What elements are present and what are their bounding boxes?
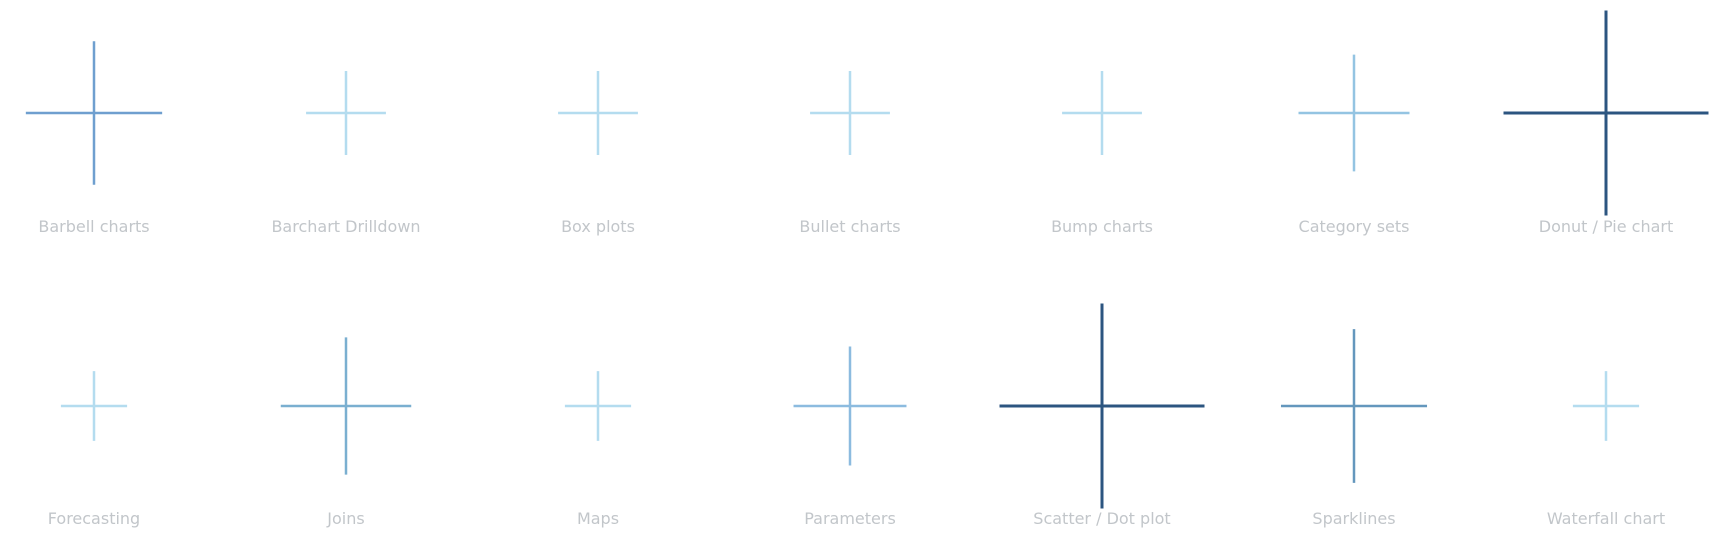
cross-mark-barbell-charts [25,41,163,185]
cross-mark-waterfall-chart [1572,371,1640,441]
label-bump-charts: Bump charts [1051,217,1153,236]
cross-mark-category-sets [1298,54,1410,172]
label-sparklines: Sparklines [1312,509,1395,528]
label-maps: Maps [577,509,619,528]
label-bullet-charts: Bullet charts [799,217,900,236]
cross-mark-bump-charts [1062,70,1142,156]
label-waterfall-chart: Waterfall chart [1547,509,1665,528]
cross-mark-forecasting [60,371,128,441]
cross-mark-joins [280,337,412,475]
label-box-plots: Box plots [561,217,635,236]
cross-mark-bullet-charts [810,70,890,156]
cross-mark-scatter-dot-plot [999,303,1205,509]
label-barbell-charts: Barbell charts [38,217,149,236]
cross-mark-sparklines [1280,329,1428,483]
label-joins: Joins [326,509,364,528]
cross-mark-barchart-drilldown [306,70,386,156]
label-scatter-dot-plot: Scatter / Dot plot [1033,509,1170,528]
chart-grid: Barbell charts Barchart Drilldown Box plot… [25,10,1709,528]
label-forecasting: Forecasting [48,509,140,528]
label-barchart-drilldown: Barchart Drilldown [271,217,420,236]
label-category-sets: Category sets [1299,217,1410,236]
cross-mark-parameters [793,346,907,466]
cross-mark-maps [564,371,632,441]
label-parameters: Parameters [804,509,896,528]
cross-mark-box-plots [558,70,638,156]
cross-mark-donut-pie-chart [1503,10,1709,216]
label-donut-pie-chart: Donut / Pie chart [1539,217,1674,236]
